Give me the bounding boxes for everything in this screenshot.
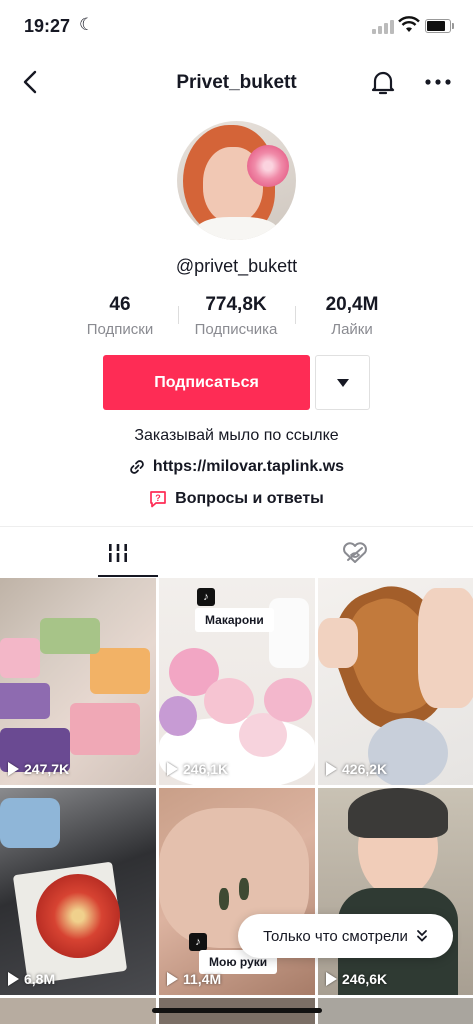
bell-icon[interactable] <box>368 67 398 97</box>
tab-videos[interactable] <box>0 527 236 578</box>
profile-link[interactable]: https://milovar.taplink.ws <box>0 458 473 476</box>
suggested-accounts-button[interactable] <box>315 355 370 410</box>
wifi-icon <box>398 16 420 32</box>
videos-tab-icon <box>107 543 129 562</box>
moon-icon: ☾ <box>79 15 95 34</box>
battery-icon <box>425 19 454 33</box>
video-thumbnail[interactable]: ♪ Мою руки 11,4M <box>159 788 315 995</box>
tiktok-logo-icon: ♪ <box>189 933 207 951</box>
play-icon <box>326 972 337 986</box>
tiktok-logo-icon: ♪ <box>197 588 215 606</box>
content-tabs <box>0 526 473 578</box>
play-icon <box>167 972 178 986</box>
play-icon <box>8 762 19 776</box>
recently-watched-label: Только что смотрели <box>263 927 408 945</box>
video-views: 246,6K <box>326 971 387 987</box>
video-thumbnail[interactable]: ♪ Макарони 246,1K <box>159 578 315 785</box>
liked-tab-icon <box>343 541 367 563</box>
stat-likes[interactable]: 20,4M Лайки <box>292 294 412 338</box>
cellular-signal-icon <box>372 20 394 34</box>
home-indicator <box>152 1008 322 1013</box>
stat-followers-value: 774,8K <box>205 294 267 315</box>
follow-button[interactable]: Подписаться <box>103 355 310 410</box>
tab-liked[interactable] <box>237 527 473 578</box>
video-thumbnail[interactable] <box>0 998 156 1024</box>
play-icon <box>8 972 19 986</box>
play-icon <box>326 762 337 776</box>
profile-link-text: https://milovar.taplink.ws <box>152 458 345 475</box>
more-icon[interactable] <box>420 67 456 97</box>
video-views: 246,1K <box>167 761 228 777</box>
video-views: 11,4M <box>167 971 221 987</box>
dropdown-icon <box>336 378 349 387</box>
video-thumbnail[interactable]: 246,6K <box>318 788 473 995</box>
play-icon <box>167 762 178 776</box>
qa-icon: ? <box>150 491 167 508</box>
qa-link[interactable]: ? Вопросы и ответы <box>0 490 473 508</box>
video-views: 426,2K <box>326 761 387 777</box>
video-thumbnail[interactable] <box>318 998 473 1024</box>
video-thumbnail[interactable]: 6,8M <box>0 788 156 995</box>
nav-bar: Privet_bukett <box>0 56 473 108</box>
link-icon <box>130 460 144 474</box>
profile-handle: @privet_bukett <box>175 256 298 276</box>
status-bar: 19:27 ☾ <box>0 0 473 56</box>
video-thumbnail[interactable]: 426,2K <box>318 578 473 785</box>
stat-following-label: Подписки <box>86 321 154 338</box>
stat-followers[interactable]: 774,8K Подписчика <box>176 294 296 338</box>
video-thumbnail[interactable]: 247,7K <box>0 578 156 785</box>
status-time: 19:27 <box>24 16 71 36</box>
avatar[interactable] <box>177 121 296 240</box>
video-caption: Макарони <box>195 608 274 632</box>
stat-likes-label: Лайки <box>331 321 373 338</box>
recently-watched-button[interactable]: Только что смотрели <box>238 914 453 958</box>
stat-followers-label: Подписчика <box>194 321 278 338</box>
stat-following-value: 46 <box>109 294 131 315</box>
stat-likes-value: 20,4M <box>325 294 379 315</box>
qa-link-text: Вопросы и ответы <box>175 490 324 507</box>
tab-indicator <box>98 575 158 577</box>
bio-text: Заказывай мыло по ссылке <box>134 427 339 444</box>
video-views: 247,7K <box>8 761 69 777</box>
video-views: 6,8M <box>8 971 55 987</box>
svg-text:?: ? <box>155 493 161 503</box>
stat-following[interactable]: 46 Подписки <box>60 294 180 338</box>
double-chevron-down-icon <box>417 930 427 942</box>
page-title: Privet_bukett <box>176 72 297 93</box>
